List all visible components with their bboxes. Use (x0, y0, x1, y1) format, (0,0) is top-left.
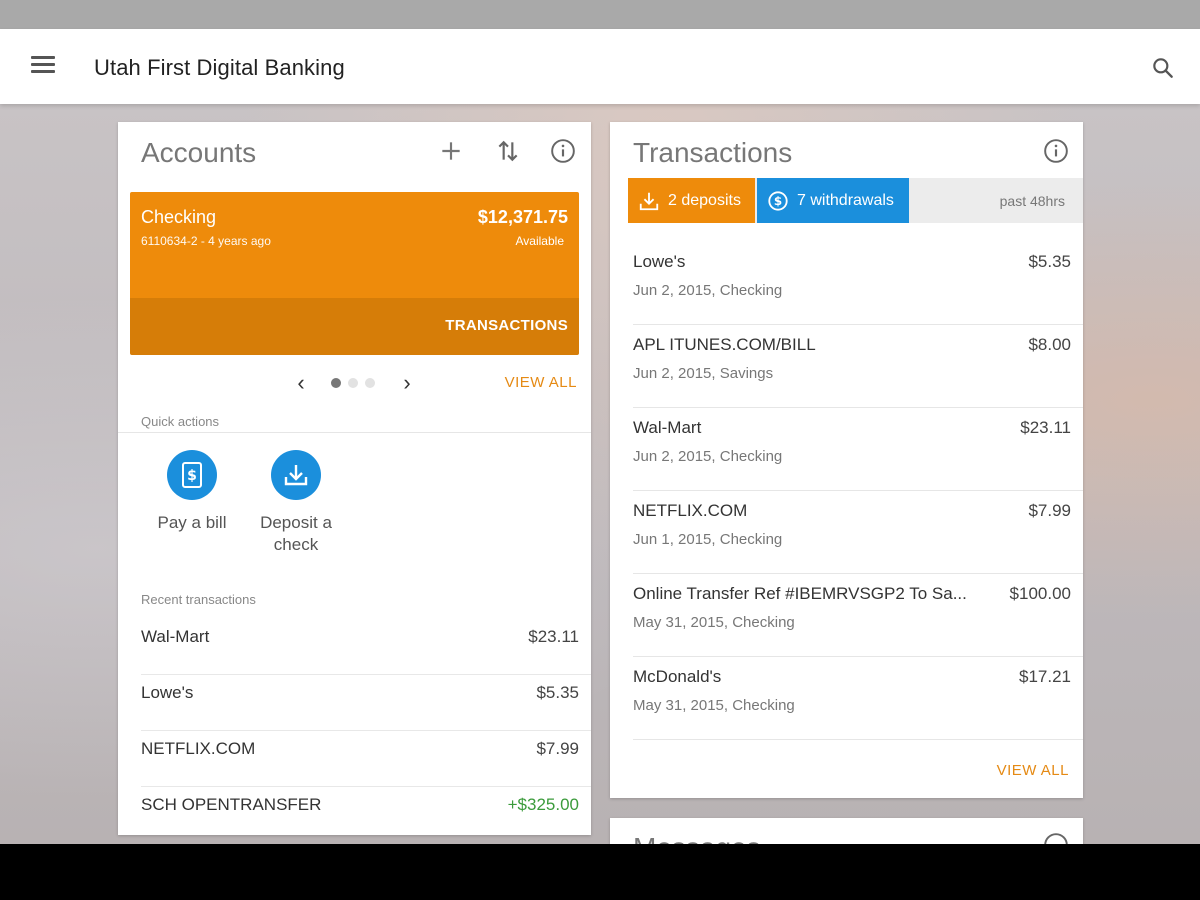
info-icon[interactable] (550, 138, 576, 164)
transactions-view-all-link[interactable]: VIEW ALL (997, 762, 1069, 779)
recent-transactions-label: Recent transactions (141, 592, 256, 607)
transaction-name: McDonald's (633, 667, 722, 686)
accounts-card: Accounts Checking 6110634-2 - 4 years ag… (118, 122, 591, 835)
transaction-row[interactable]: APL ITUNES.COM/BILL Jun 2, 2015, Savings… (633, 325, 1083, 408)
transaction-row[interactable]: Wal-Mart Jun 2, 2015, Checking $23.11 (633, 408, 1083, 491)
deposits-filter-chip[interactable]: 2 deposits (628, 178, 755, 223)
transaction-name: APL ITUNES.COM/BILL (633, 335, 816, 354)
transaction-meta: Jun 2, 2015, Savings (633, 365, 774, 382)
transfer-icon[interactable] (495, 138, 521, 164)
divider (118, 432, 591, 433)
transaction-meta: May 31, 2015, Checking (633, 614, 795, 631)
transaction-row[interactable]: NETFLIX.COM Jun 1, 2015, Checking $7.99 (633, 491, 1083, 574)
transaction-amount: $100.00 (1009, 584, 1071, 603)
transaction-name: Lowe's (633, 252, 686, 271)
search-icon[interactable] (1150, 55, 1176, 81)
recent-transaction-row[interactable]: Wal-Mart $23.11 (141, 619, 591, 675)
transaction-amount: $17.21 (1019, 667, 1071, 686)
accounts-view-all-link[interactable]: VIEW ALL (505, 374, 577, 391)
account-summary[interactable]: Checking 6110634-2 - 4 years ago $12,371… (130, 192, 579, 298)
deposit-check-button[interactable]: Deposit a check (241, 450, 351, 556)
recent-transaction-name: Wal-Mart (141, 627, 210, 646)
app-title: Utah First Digital Banking (94, 55, 345, 80)
transaction-filter-bar: 2 deposits $ 7 withdrawals past 48hrs (628, 178, 1083, 223)
accounts-title: Accounts (141, 137, 257, 168)
account-balance-label: Available (515, 234, 564, 248)
recent-transaction-amount: +$325.00 (507, 795, 579, 814)
transaction-meta: Jun 2, 2015, Checking (633, 282, 783, 299)
recent-transaction-row[interactable]: SCH OPENTRANSFER +$325.00 (141, 787, 579, 843)
deposit-check-label: Deposit a check (260, 513, 332, 554)
transaction-amount: $5.35 (1028, 252, 1071, 271)
app-bar: Utah First Digital Banking (0, 29, 1200, 104)
withdrawals-count: 7 withdrawals (797, 191, 894, 209)
recent-transaction-name: SCH OPENTRANSFER (141, 795, 322, 814)
deposit-icon (271, 450, 321, 500)
recent-transaction-amount: $23.11 (528, 627, 579, 646)
chevron-right-icon[interactable]: › (397, 372, 417, 396)
transaction-amount: $7.99 (1028, 501, 1071, 520)
transactions-card: Transactions 2 deposits $ 7 withdrawals … (610, 122, 1083, 798)
quick-actions-label: Quick actions (141, 414, 220, 429)
recent-transaction-name: NETFLIX.COM (141, 739, 256, 758)
account-pager: ‹ › VIEW ALL (118, 372, 591, 396)
transaction-row[interactable]: Online Transfer Ref #IBEMRVSGP2 To Sa...… (633, 574, 1083, 657)
bill-icon: $ (167, 450, 217, 500)
account-name: Checking (141, 207, 217, 227)
recent-transaction-amount: $5.35 (536, 683, 579, 702)
status-bar (0, 0, 1200, 29)
svg-text:$: $ (187, 468, 197, 484)
account-balance: $12,371.75 (477, 207, 568, 227)
add-icon[interactable] (438, 138, 464, 164)
transaction-amount: $8.00 (1028, 335, 1071, 354)
recent-transaction-name: Lowe's (141, 683, 194, 702)
dollar-icon: $ (768, 190, 788, 211)
account-number: 6110634-2 - 4 years ago (141, 234, 271, 248)
transaction-name: Online Transfer Ref #IBEMRVSGP2 To Sa... (633, 584, 967, 603)
account-transactions-label: TRANSACTIONS (445, 317, 568, 334)
recent-transaction-row[interactable]: Lowe's $5.35 (141, 675, 591, 731)
transactions-title: Transactions (633, 137, 793, 168)
info-icon[interactable] (1043, 138, 1069, 164)
pay-bill-button[interactable]: $ Pay a bill (137, 450, 247, 534)
transaction-row[interactable]: McDonald's May 31, 2015, Checking $17.21 (633, 657, 1083, 740)
pager-dot[interactable] (348, 378, 358, 388)
account-tile-checking[interactable]: Checking 6110634-2 - 4 years ago $12,371… (130, 192, 579, 355)
svg-text:$: $ (774, 194, 782, 208)
transaction-name: NETFLIX.COM (633, 501, 748, 520)
pager-dot[interactable] (365, 378, 375, 388)
recent-transaction-amount: $7.99 (536, 739, 579, 758)
transaction-name: Wal-Mart (633, 418, 702, 437)
withdrawals-filter-chip[interactable]: $ 7 withdrawals (757, 178, 909, 223)
transaction-meta: May 31, 2015, Checking (633, 697, 795, 714)
account-transactions-button[interactable]: TRANSACTIONS (130, 298, 579, 355)
transaction-meta: Jun 1, 2015, Checking (633, 531, 783, 548)
deposits-count: 2 deposits (668, 191, 741, 209)
transaction-meta: Jun 2, 2015, Checking (633, 448, 783, 465)
download-icon (639, 192, 659, 210)
pager-dot[interactable] (331, 378, 341, 388)
menu-icon[interactable] (31, 56, 55, 76)
pay-bill-label: Pay a bill (157, 513, 227, 532)
navigation-bar (0, 844, 1200, 900)
transaction-row[interactable]: Lowe's Jun 2, 2015, Checking $5.35 (633, 242, 1083, 325)
recent-transaction-row[interactable]: NETFLIX.COM $7.99 (141, 731, 591, 787)
period-label: past 48hrs (999, 193, 1065, 209)
chevron-left-icon[interactable]: ‹ (291, 372, 311, 396)
transaction-amount: $23.11 (1020, 418, 1071, 437)
